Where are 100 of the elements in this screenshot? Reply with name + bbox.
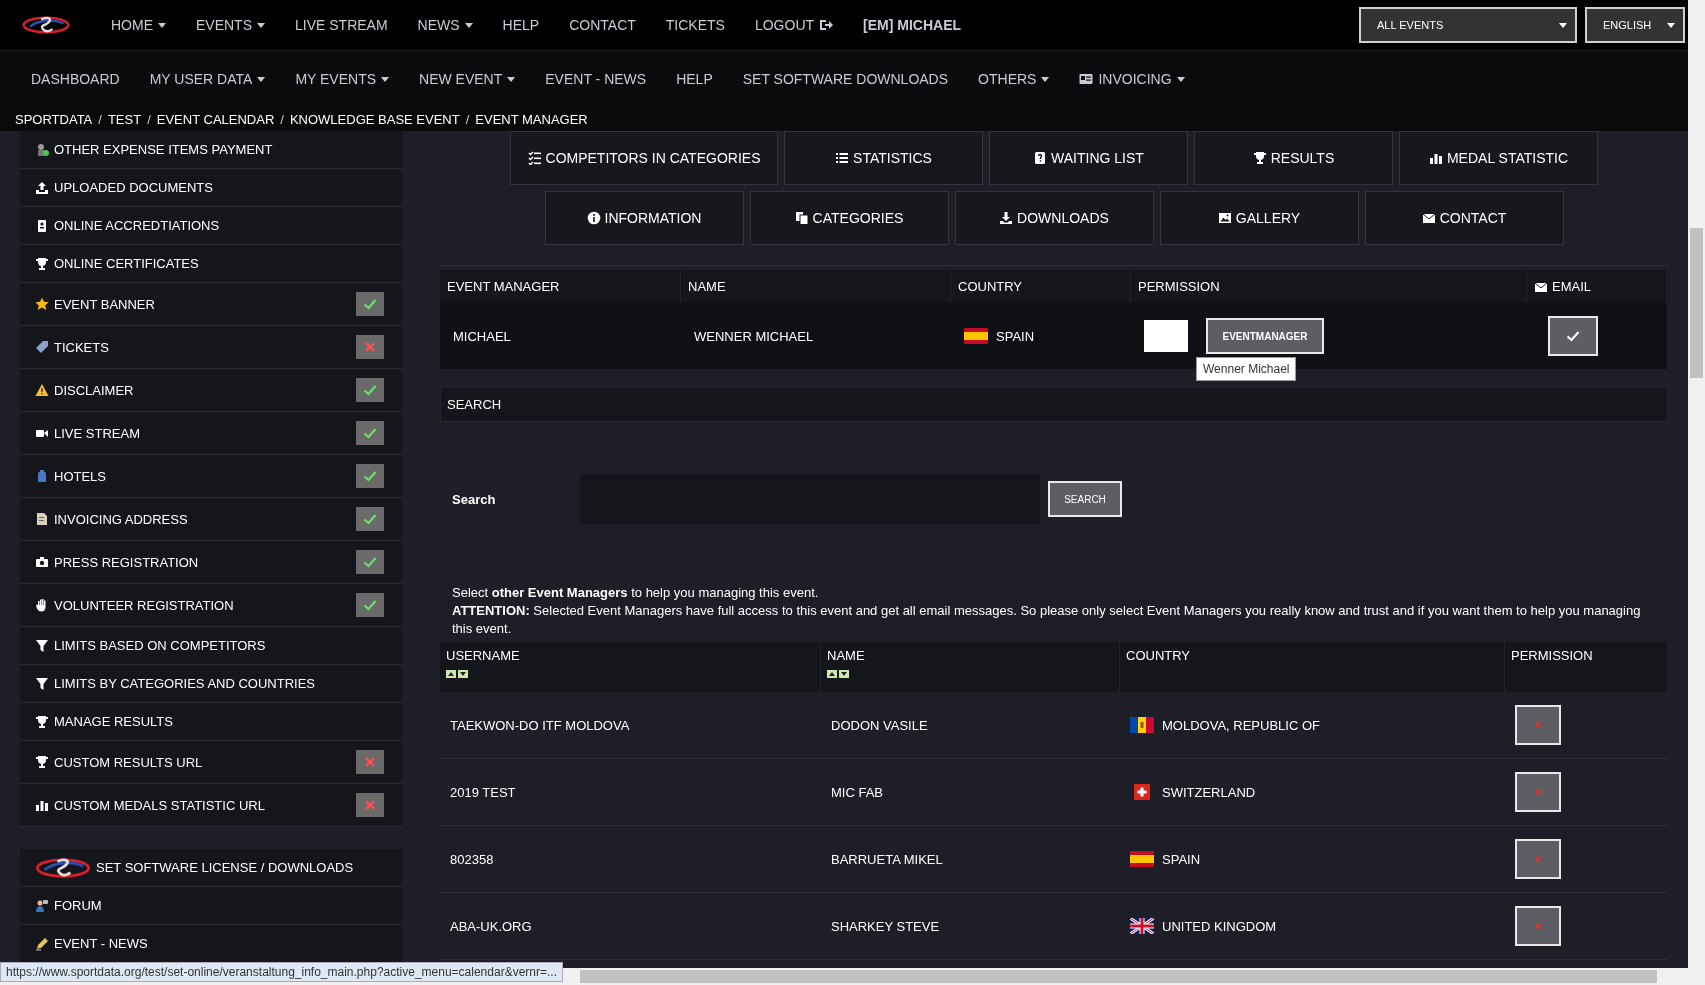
nav-link[interactable]: HELP (661, 71, 728, 87)
nav-menu-item[interactable]: NEW EVENT (404, 71, 531, 87)
bar-chart-icon (1428, 151, 1443, 165)
field-label: Search (452, 491, 497, 507)
nav-link[interactable]: HELP (487, 17, 555, 33)
nav-link[interactable]: EVENT - NEWS (530, 71, 662, 87)
sidebar-item[interactable]: LIVE STREAM (20, 412, 402, 455)
tab-button[interactable]: RESULTS (1194, 131, 1393, 185)
sidebar-item[interactable]: CUSTOM MEDALS STATISTIC URL (20, 784, 402, 827)
trophy-icon (35, 755, 49, 769)
nav-menu-item[interactable]: MY EVENTS (280, 71, 405, 87)
nav-menu-item[interactable]: EVENTS (181, 17, 280, 33)
notice-text: Select other Event Managers to help you managing this event. (452, 584, 820, 602)
event-select[interactable]: ALL EVENTS (1359, 7, 1577, 43)
upload-icon (35, 180, 49, 195)
remove-button[interactable] (1515, 906, 1561, 946)
sidebar-item[interactable]: OTHER EXPENSE ITEMS PAYMENT (20, 131, 402, 169)
tab-button[interactable]: CATEGORIES (749, 191, 949, 245)
tab-button[interactable]: STATISTICS (784, 131, 983, 185)
nav-menu-item[interactable]: MY USER DATA (134, 71, 281, 87)
checklist-icon (527, 151, 542, 165)
tooltip: Wenner Michael (1196, 357, 1297, 381)
sidebar-item[interactable]: EVENT BANNER (20, 283, 402, 326)
filter-icon (35, 638, 49, 653)
trophy-icon (35, 256, 49, 271)
tab-button[interactable]: GALLERY (1159, 191, 1359, 245)
caret-icon (464, 22, 473, 28)
nav-menu-item[interactable]: NEWS (402, 17, 488, 33)
caret-icon (381, 76, 390, 82)
tab-button[interactable]: WAITING LIST (989, 131, 1188, 185)
breadcrumb-link[interactable]: EVENT CALENDAR (156, 111, 275, 127)
tab-button[interactable]: DOWNLOADS (954, 191, 1154, 245)
breadcrumb-separator: / (280, 111, 284, 127)
cross-icon (1534, 855, 1542, 863)
remove-button[interactable] (1515, 705, 1561, 745)
warning-icon (35, 383, 49, 397)
nav-menu-item[interactable]: OTHERS (963, 71, 1065, 87)
logout-link[interactable]: LOGOUT (739, 17, 849, 33)
breadcrumb-link[interactable]: SPORTDATA (15, 111, 93, 127)
sidebar-item[interactable]: LIMITS BASED ON COMPETITORS (20, 627, 402, 665)
tab-button[interactable]: INFORMATION (544, 191, 744, 245)
scrollbar-thumb[interactable] (1690, 228, 1703, 378)
tab-button[interactable]: CONTACT (1364, 191, 1564, 245)
email-checkbox[interactable] (1548, 316, 1598, 356)
trophy-icon (35, 714, 49, 729)
sidebar-item[interactable]: INVOICING ADDRESS (20, 498, 402, 541)
panel-header: SEARCH (440, 387, 1668, 422)
tab-button[interactable]: COMPETITORS IN CATEGORIES (510, 131, 778, 185)
breadcrumb-separator: / (98, 111, 102, 127)
nav-link[interactable]: TICKETS (650, 17, 740, 33)
sidebar-item[interactable]: TICKETS (20, 326, 402, 369)
sidebar-item[interactable]: HOTELS (20, 455, 402, 498)
sidebar-item[interactable]: DISCLAIMER (20, 369, 402, 412)
caret-icon (257, 22, 265, 28)
tab-button[interactable]: MEDAL STATISTIC (1399, 131, 1598, 185)
remove-button[interactable] (1515, 772, 1561, 812)
sidebar-item[interactable]: EVENT - NEWS (20, 925, 402, 963)
table-cell: SWITZERLAND (1162, 784, 1256, 800)
sidebar-item[interactable]: VOLUNTEER REGISTRATION (20, 584, 402, 627)
breadcrumb-link[interactable]: EVENT MANAGER (475, 111, 588, 127)
nav-link[interactable]: DASHBOARD (16, 71, 135, 87)
trophy-icon (1252, 151, 1267, 165)
column-header: EVENT MANAGER (440, 270, 681, 303)
sort-icon[interactable] (827, 670, 849, 678)
search-button[interactable]: SEARCH (1048, 481, 1122, 517)
column-header: NAME (827, 648, 865, 663)
language-select[interactable]: ENGLISH (1585, 7, 1685, 43)
sidebar-item[interactable]: PRESS REGISTRATION (20, 541, 402, 584)
nav-link[interactable]: LIVE STREAM (280, 17, 403, 33)
sidebar-item[interactable]: SET SOFTWARE LICENSE / DOWNLOADS (20, 849, 402, 887)
logo-icon[interactable] (35, 856, 91, 879)
image-icon (1217, 211, 1232, 225)
sidebar-item[interactable]: ONLINE ACCREDTIATIONS (20, 207, 402, 245)
sidebar-item[interactable]: ONLINE CERTIFICATES (20, 245, 402, 283)
sidebar-item[interactable]: CUSTOM RESULTS URL (20, 741, 402, 784)
logo-icon[interactable] (22, 15, 70, 35)
info-icon (586, 211, 601, 225)
breadcrumb-link[interactable]: TEST (107, 111, 142, 127)
camera-icon (35, 555, 49, 569)
sort-icon[interactable] (446, 670, 468, 678)
nav-link[interactable]: CONTACT (554, 17, 651, 33)
breadcrumb-separator: / (147, 111, 151, 127)
breadcrumb-link[interactable]: KNOWLEDGE BASE EVENT (289, 111, 460, 127)
column-header: USERNAME (446, 648, 520, 663)
sidebar-item[interactable]: MANAGE RESULTS (20, 703, 402, 741)
nav-menu-item[interactable]: INVOICING (1064, 71, 1200, 87)
remove-button[interactable] (1515, 839, 1561, 879)
user-link[interactable]: [EM] MICHAEL (848, 17, 977, 33)
table-cell: WENNER MICHAEL (681, 303, 951, 369)
document-icon (35, 512, 49, 526)
table-cell: SPAIN (996, 328, 1035, 344)
sidebar-item[interactable]: UPLOADED DOCUMENTS (20, 169, 402, 207)
sidebar-item[interactable]: LIMITS BY CATEGORIES AND COUNTRIES (20, 665, 402, 703)
nav-menu-item[interactable]: HOME (96, 17, 181, 33)
column-header: PERMISSION (1511, 648, 1593, 663)
flag-icon (1130, 851, 1154, 867)
nav-link[interactable]: SET SOFTWARE DOWNLOADS (727, 71, 964, 87)
color-swatch (1144, 320, 1188, 352)
scrollbar-thumb[interactable] (580, 970, 1657, 983)
sidebar-item[interactable]: FORUM (20, 887, 402, 925)
